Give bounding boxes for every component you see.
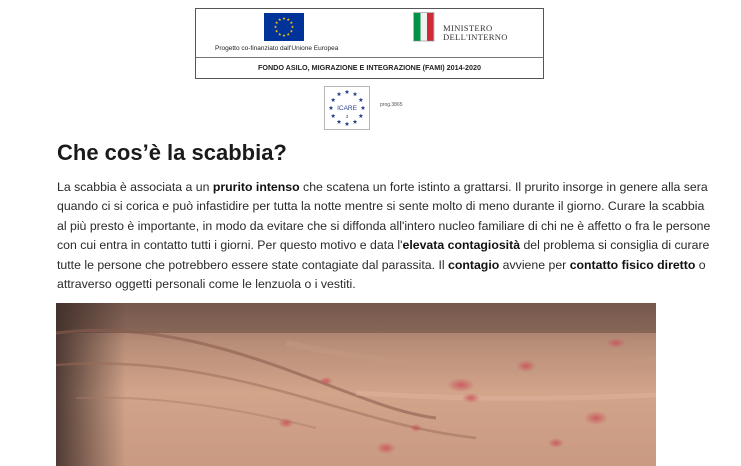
paragraph-line: tutte le persone che potrebbero essere s… (57, 256, 706, 275)
paragraph-line: con cui entra in contatto tutti i giorni… (57, 236, 709, 255)
icare-logo: ICARE 3 (324, 86, 370, 130)
paragraph-line: attraverso oggetti personali come le len… (57, 275, 697, 294)
text-run: al più presto è importante, in modo da e… (57, 218, 711, 233)
banner-logos-row: Progetto co-finanziato dall'Unione Europ… (196, 9, 543, 57)
text-run: che scatena un forte istinto a grattarsi… (299, 180, 708, 194)
text-run: quando ci si corica e può infastidire pe… (57, 199, 705, 214)
page-title: Che cos’è la scabbia? (57, 140, 287, 165)
text-run: attraverso oggetti personali come le len… (57, 277, 356, 292)
paragraph-line: quando ci si corica e può infastidire pe… (57, 197, 704, 216)
text-run: con cui entra in contatto tutti i giorni… (57, 238, 403, 253)
text-run: del problema si consiglia di curare (520, 238, 710, 253)
ministry-name: MINISTERO DELL'INTERNO (443, 24, 508, 42)
text-run: tutte le persone che potrebbero essere s… (57, 257, 449, 272)
icare-logo-text: ICARE (337, 105, 358, 112)
project-code: prog.3865 (380, 102, 403, 108)
banner-divider (196, 57, 543, 58)
bold-text: contagio (448, 257, 500, 272)
italian-republic-emblem-icon (413, 12, 435, 42)
bold-text: contatto fisico diretto (569, 257, 696, 272)
article-paragraph: La scabbia è associata a un prurito inte… (57, 178, 710, 294)
bold-text: elevata contagiosità (402, 238, 521, 253)
scabies-skin-photo (56, 303, 656, 466)
funding-banner: Progetto co-finanziato dall'Unione Europ… (195, 8, 544, 79)
text-run: o (695, 257, 706, 272)
paragraph-line: al più presto è importante, in modo da e… (57, 217, 710, 236)
text-run: La scabbia è associata a un (57, 180, 213, 194)
paragraph-line: La scabbia è associata a un prurito inte… (57, 178, 708, 197)
eu-flag-icon (264, 13, 304, 41)
bold-text: prurito intenso (212, 180, 300, 194)
eu-cofinanced-caption: Progetto co-finanziato dall'Unione Europ… (215, 45, 339, 52)
text-run: avviene per (499, 257, 570, 272)
ministry-line-2: DELL'INTERNO (443, 32, 508, 42)
fund-title: FONDO ASILO, MIGRAZIONE E INTEGRAZIONE (… (258, 63, 481, 72)
